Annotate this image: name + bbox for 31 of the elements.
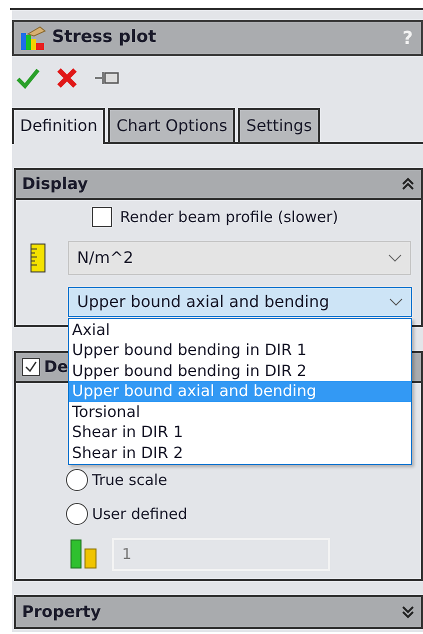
plot-icon (20, 25, 46, 51)
ruler-icon (30, 242, 46, 272)
radio-button[interactable] (66, 468, 88, 491)
pin-icon[interactable] (94, 69, 120, 87)
radio-button[interactable] (66, 503, 88, 526)
dropdown-option[interactable]: Torsional (69, 402, 411, 422)
tab[interactable]: Chart Options (108, 108, 236, 142)
collapse-icon[interactable] (401, 176, 415, 192)
group-title: Display (22, 173, 88, 195)
radio-label: True scale (92, 470, 168, 490)
close-icon[interactable] (56, 67, 78, 89)
ok-icon[interactable] (16, 67, 40, 89)
window-title: Stress plot (52, 26, 156, 50)
checkbox[interactable] (22, 358, 40, 376)
dropdown-option[interactable]: Shear in DIR 1 (69, 422, 411, 442)
dropdown-option[interactable]: Shear in DIR 2 (69, 442, 411, 463)
group-title: De (44, 356, 68, 378)
dropdown-option[interactable]: Upper bound bending in DIR 1 (69, 340, 411, 360)
check-icon (25, 360, 37, 372)
units-dropdown[interactable]: N/m^2 (68, 240, 411, 274)
dropdown-option[interactable]: Axial (69, 320, 411, 340)
checkbox[interactable] (92, 207, 112, 228)
radio-label: User defined (92, 504, 188, 525)
expand-icon[interactable] (401, 604, 415, 620)
dropdown-option[interactable]: Upper bound bending in DIR 2 (69, 360, 411, 381)
tab[interactable]: Definition (12, 108, 106, 144)
caret-icon (389, 298, 403, 306)
caret-icon (388, 254, 402, 262)
group-title: Property (22, 600, 101, 622)
checkbox-label: Render beam profile (slower) (120, 207, 338, 228)
tab[interactable]: Settings (238, 108, 320, 142)
